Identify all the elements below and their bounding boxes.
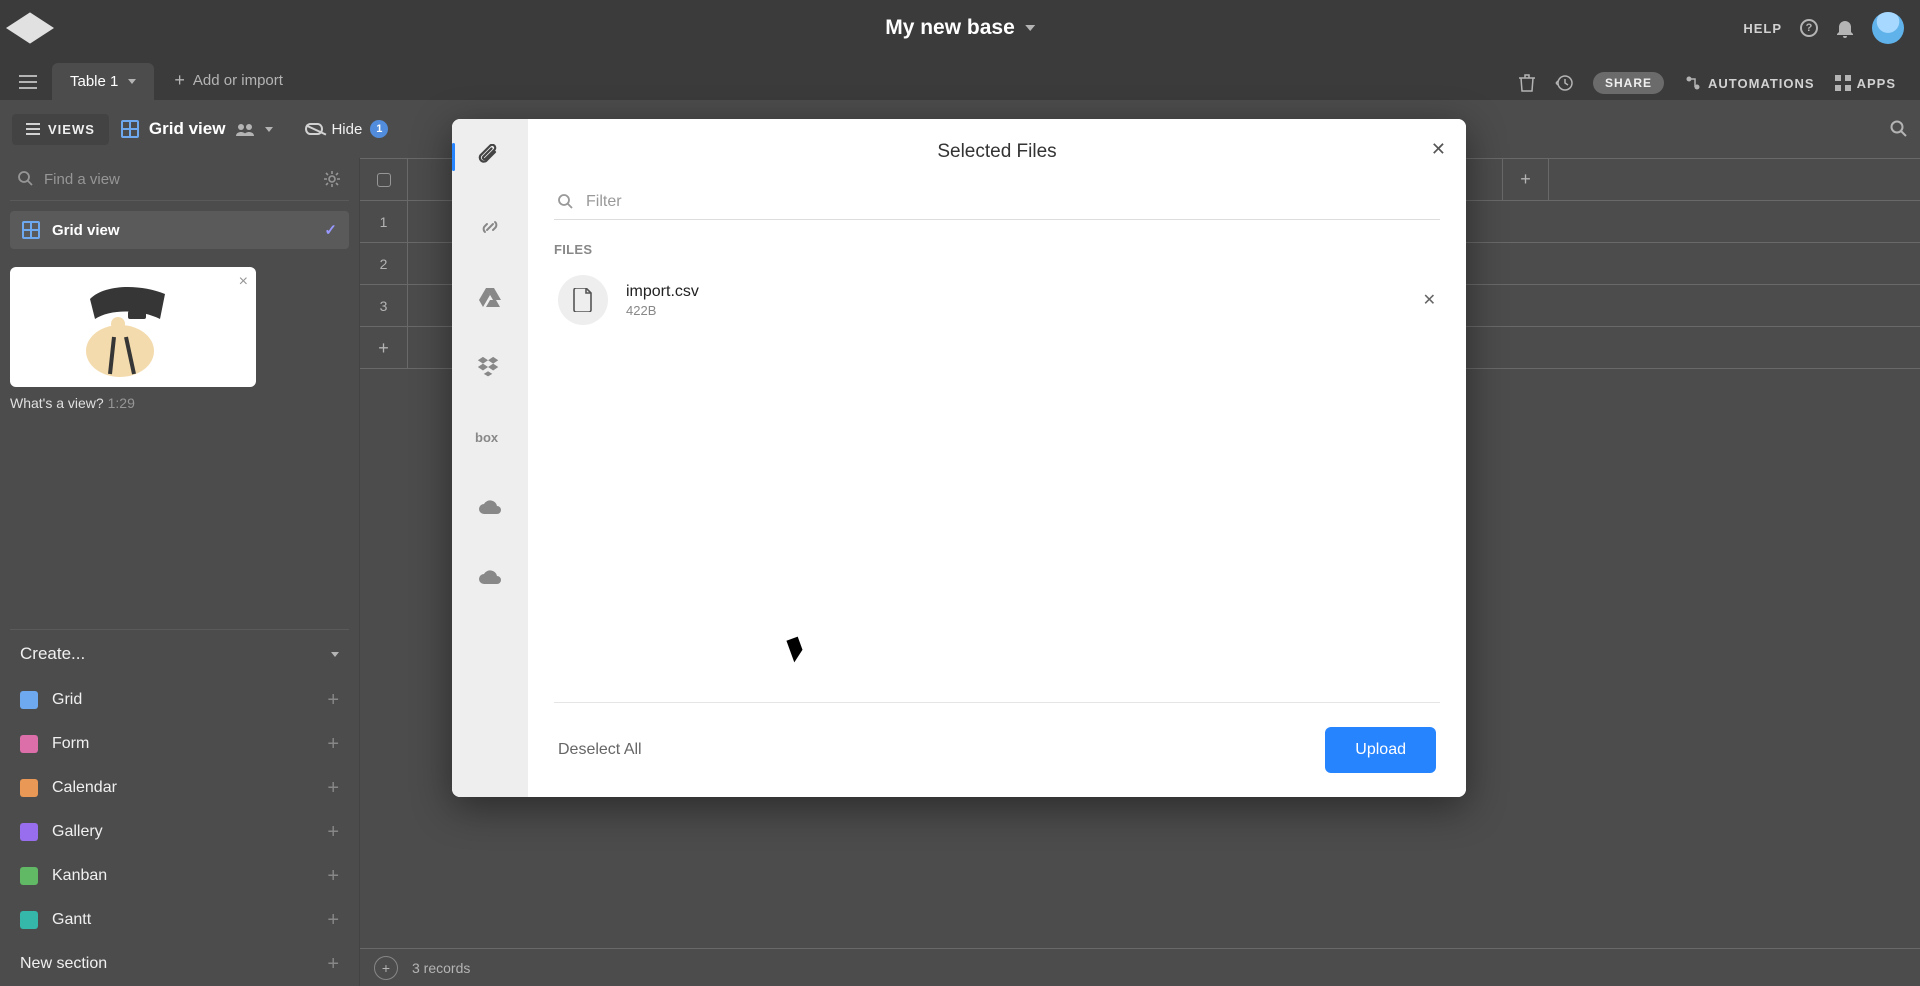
source-tab-dropbox[interactable] [472, 349, 508, 385]
source-tab-link[interactable] [472, 209, 508, 245]
link-icon [478, 215, 502, 239]
close-icon[interactable]: ✕ [1431, 139, 1446, 160]
source-tab-cloud-1[interactable] [472, 489, 508, 525]
source-tab-box[interactable]: box [472, 419, 508, 455]
google-drive-icon [478, 286, 502, 308]
filter-input[interactable] [586, 193, 1436, 211]
file-meta: import.csv 422B [626, 283, 699, 318]
paperclip-icon [477, 144, 503, 170]
file-name: import.csv [626, 283, 699, 301]
filter-row [554, 185, 1440, 220]
file-icon [558, 275, 608, 325]
svg-text:box: box [475, 430, 499, 445]
files-heading: FILES [554, 242, 1440, 257]
source-tab-google-drive[interactable] [472, 279, 508, 315]
remove-file-icon[interactable]: ✕ [1423, 290, 1436, 310]
cloud-icon [477, 568, 503, 586]
modal-title: Selected Files [937, 141, 1056, 163]
source-tab-device[interactable] [472, 139, 508, 175]
source-tab-cloud-2[interactable] [472, 559, 508, 595]
deselect-all-button[interactable]: Deselect All [558, 741, 642, 759]
dropbox-icon [477, 356, 503, 378]
file-row[interactable]: import.csv 422B ✕ [554, 267, 1440, 333]
modal-main: Selected Files ✕ FILES import.csv 422B ✕… [528, 119, 1466, 797]
modal-header: Selected Files ✕ [528, 119, 1466, 185]
upload-source-tabs: box [452, 119, 528, 797]
search-icon [558, 194, 574, 210]
upload-button[interactable]: Upload [1325, 727, 1436, 773]
file-size: 422B [626, 303, 699, 318]
box-icon: box [475, 429, 505, 445]
modal-footer: Deselect All Upload [554, 702, 1440, 797]
mouse-cursor [790, 638, 804, 658]
cloud-icon [477, 498, 503, 516]
file-upload-modal: box Selected Files ✕ FILES import.csv 42… [452, 119, 1466, 797]
